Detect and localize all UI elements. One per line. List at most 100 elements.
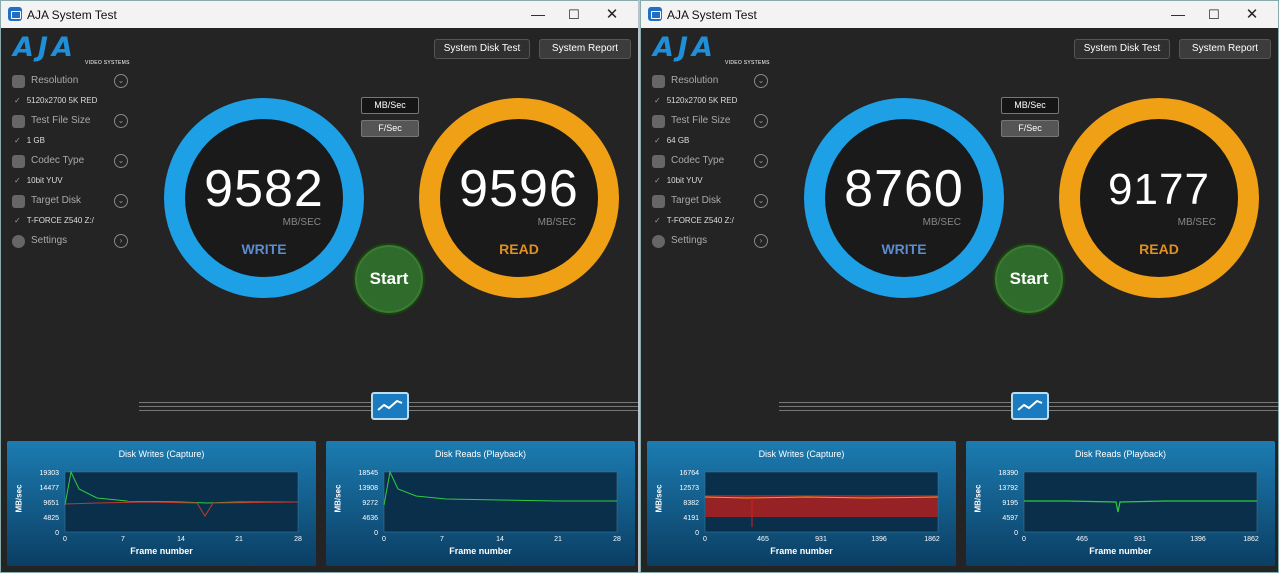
svg-text:13908: 13908 [359, 485, 379, 492]
svg-text:8382: 8382 [683, 500, 699, 507]
codec-option[interactable]: Codec Type ⌄ [652, 151, 772, 171]
aja-window-1kgb: AJA System Test — ☐ ✕ AJA VIDEO SYSTEMS … [0, 0, 639, 573]
svg-text:0: 0 [63, 536, 67, 543]
resolution-option[interactable]: Resolution ⌄ [652, 71, 772, 91]
settings-sidebar: Resolution ⌄ ✓ 5120x2700 5K RED Test File… [652, 71, 772, 251]
settings-option[interactable]: Settings › [12, 231, 132, 251]
svg-text:13792: 13792 [999, 485, 1019, 492]
system-disk-test-button[interactable]: System Disk Test [1074, 39, 1170, 59]
svg-text:1862: 1862 [924, 536, 940, 543]
codec-value: ✓ 10bit YUV [654, 176, 703, 185]
svg-text:18390: 18390 [999, 470, 1019, 477]
chevron-right-icon[interactable]: › [114, 234, 128, 248]
start-button[interactable]: Start [353, 243, 425, 315]
target-disk-value: ✓ T-FORCE Z540 Z:/ [14, 216, 94, 225]
chevron-down-icon[interactable]: ⌄ [114, 154, 128, 168]
system-disk-test-button[interactable]: System Disk Test [434, 39, 530, 59]
svg-text:0: 0 [382, 536, 386, 543]
f-sec-toggle[interactable]: F/Sec [361, 120, 419, 137]
svg-text:0: 0 [1014, 530, 1018, 537]
svg-text:465: 465 [757, 536, 769, 543]
file-size-value: ✓ 64 GB [654, 136, 690, 145]
mb-sec-toggle[interactable]: MB/Sec [361, 97, 419, 114]
resolution-icon [652, 75, 665, 88]
svg-text:7: 7 [440, 536, 444, 543]
svg-text:1862: 1862 [1243, 536, 1259, 543]
write-unit: MB/SEC [282, 217, 321, 228]
svg-text:0: 0 [695, 530, 699, 537]
svg-text:0: 0 [1022, 536, 1026, 543]
file-size-option[interactable]: Test File Size ⌄ [652, 111, 772, 131]
read-unit: MB/SEC [537, 217, 576, 228]
svg-text:1396: 1396 [871, 536, 887, 543]
chevron-down-icon[interactable]: ⌄ [754, 194, 768, 208]
svg-text:16764: 16764 [680, 470, 700, 477]
aja-logo: AJA VIDEO SYSTEMS [653, 32, 770, 67]
aja-window-64gb: AJA System Test — ☐ ✕ AJA VIDEO SYSTEMS … [640, 0, 1279, 573]
file-size-icon [12, 115, 25, 128]
resolution-value: ✓ 5120x2700 5K RED [654, 96, 738, 105]
settings-sidebar: Resolution ⌄ ✓ 5120x2700 5K RED Test File… [12, 71, 132, 251]
chevron-down-icon[interactable]: ⌄ [754, 114, 768, 128]
chevron-down-icon[interactable]: ⌄ [754, 74, 768, 88]
maximize-button[interactable]: ☐ [556, 1, 592, 28]
gear-icon [12, 235, 25, 248]
file-size-option[interactable]: Test File Size ⌄ [12, 111, 132, 131]
x-axis-label: Frame number [130, 546, 193, 556]
window-title: AJA System Test [27, 8, 117, 22]
window-title: AJA System Test [667, 8, 757, 22]
y-axis-label: MB/sec [973, 484, 983, 513]
svg-text:9651: 9651 [43, 500, 59, 507]
svg-text:18545: 18545 [359, 470, 379, 477]
chevron-right-icon[interactable]: › [754, 234, 768, 248]
f-sec-toggle[interactable]: F/Sec [1001, 120, 1059, 137]
x-ticks: 0 7 14 21 28 [63, 536, 302, 543]
settings-option[interactable]: Settings › [652, 231, 772, 251]
read-gauge: 9596 MB/SEC READ [419, 98, 619, 298]
svg-text:28: 28 [294, 536, 302, 543]
close-button[interactable]: ✕ [594, 1, 630, 28]
minimize-button[interactable]: — [1160, 1, 1196, 28]
svg-text:4636: 4636 [362, 515, 378, 522]
graph-toggle-button[interactable] [1011, 392, 1049, 420]
disk-reads-chart: Disk Reads (Playback) 18545 13908 9272 4636… [326, 441, 635, 566]
minimize-button[interactable]: — [520, 1, 556, 28]
svg-text:12573: 12573 [680, 485, 700, 492]
target-disk-option[interactable]: Target Disk ⌄ [12, 191, 132, 211]
start-button[interactable]: Start [993, 243, 1065, 315]
target-disk-option[interactable]: Target Disk ⌄ [652, 191, 772, 211]
chevron-down-icon[interactable]: ⌄ [114, 114, 128, 128]
chevron-down-icon[interactable]: ⌄ [114, 194, 128, 208]
svg-text:9195: 9195 [1002, 500, 1018, 507]
y-axis-label: MB/sec [654, 484, 664, 513]
svg-text:9272: 9272 [362, 500, 378, 507]
resolution-option[interactable]: Resolution ⌄ [12, 71, 132, 91]
chevron-down-icon[interactable]: ⌄ [754, 154, 768, 168]
y-ticks: 19303 14477 9651 4825 0 [40, 470, 60, 537]
svg-text:21: 21 [554, 536, 562, 543]
maximize-button[interactable]: ☐ [1196, 1, 1232, 28]
system-report-button[interactable]: System Report [539, 39, 631, 59]
file-size-icon [652, 115, 665, 128]
mb-sec-toggle[interactable]: MB/Sec [1001, 97, 1059, 114]
svg-text:7: 7 [121, 536, 125, 543]
system-report-button[interactable]: System Report [1179, 39, 1271, 59]
chart-line-icon [377, 399, 403, 411]
resolution-value: ✓ 5120x2700 5K RED [14, 96, 98, 105]
disk-icon [12, 195, 25, 208]
codec-option[interactable]: Codec Type ⌄ [12, 151, 132, 171]
close-button[interactable]: ✕ [1234, 1, 1270, 28]
svg-text:0: 0 [374, 530, 378, 537]
svg-text:4825: 4825 [43, 515, 59, 522]
svg-text:19303: 19303 [40, 470, 60, 477]
y-axis-label: MB/sec [333, 484, 343, 513]
svg-text:931: 931 [1134, 536, 1146, 543]
gear-icon [652, 235, 665, 248]
chevron-down-icon[interactable]: ⌄ [114, 74, 128, 88]
disk-reads-chart: Disk Reads (Playback) 18390 13792 9195 4597… [966, 441, 1275, 566]
read-unit: MB/SEC [1177, 217, 1216, 228]
write-value: 9582 [204, 160, 324, 218]
aja-logo: AJA VIDEO SYSTEMS [13, 32, 130, 67]
codec-icon [12, 155, 25, 168]
graph-toggle-button[interactable] [371, 392, 409, 420]
